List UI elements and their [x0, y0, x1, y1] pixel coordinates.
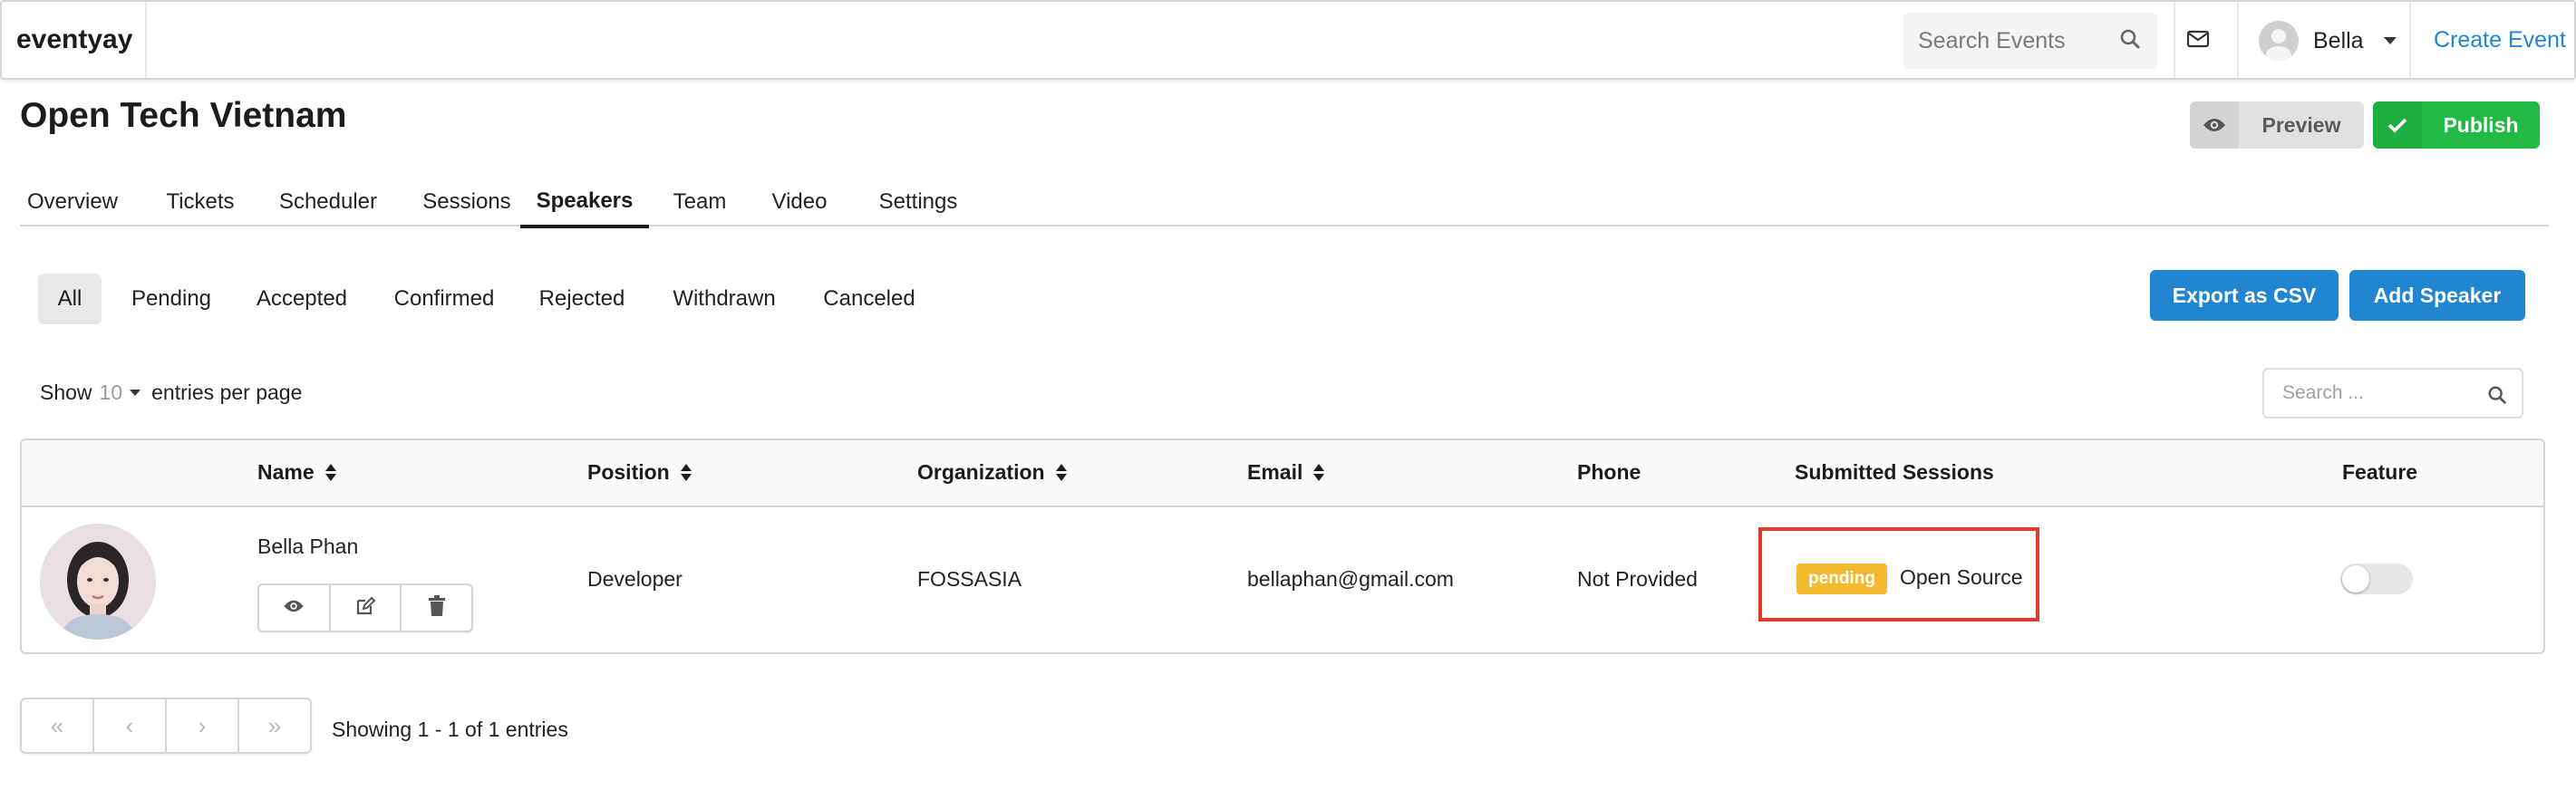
chevron-down-icon[interactable] — [130, 390, 141, 396]
add-speaker-button[interactable]: Add Speaker — [2349, 270, 2525, 321]
entries-per-page-label: entries per page — [151, 381, 303, 404]
tab-scheduler[interactable]: Scheduler — [265, 178, 392, 226]
top-navbar: eventyay Bella Create Event — [0, 0, 2576, 80]
tab-video[interactable]: Video — [756, 178, 843, 226]
speaker-phone: Not Provided — [1577, 567, 1698, 591]
preview-button[interactable]: Preview — [2190, 101, 2364, 149]
table-search-box — [2262, 368, 2523, 419]
user-menu[interactable]: Bella — [2259, 20, 2397, 62]
search-icon[interactable] — [2487, 385, 2507, 409]
session-status-badge: pending — [1796, 564, 1887, 594]
chevron-down-icon — [2383, 37, 2397, 44]
last-page-button[interactable]: » — [237, 699, 310, 752]
export-csv-button[interactable]: Export as CSV — [2150, 270, 2339, 321]
event-search-box — [1903, 13, 2157, 69]
sort-icon[interactable] — [324, 463, 336, 483]
delete-speaker-button[interactable] — [400, 585, 471, 631]
filter-withdrawn[interactable]: Withdrawn — [656, 274, 792, 324]
session-title-link[interactable]: Open Source — [1900, 565, 2023, 590]
table-search-input[interactable] — [2282, 382, 2482, 404]
trash-icon — [428, 594, 446, 621]
filter-all[interactable]: All — [38, 274, 102, 324]
brand-logo[interactable]: eventyay — [2, 2, 147, 78]
feature-toggle[interactable] — [2340, 564, 2413, 594]
column-header-phone: Phone — [1577, 460, 1641, 484]
sort-icon[interactable] — [1313, 463, 1325, 483]
column-header-submitted-sessions: Submitted Sessions — [1795, 460, 1994, 484]
column-header-email[interactable]: Email — [1247, 460, 1325, 485]
eye-icon — [2190, 101, 2239, 149]
tab-tickets[interactable]: Tickets — [154, 178, 247, 226]
user-avatar-icon — [2259, 21, 2299, 61]
filter-canceled[interactable]: Canceled — [810, 274, 928, 324]
column-header-feature: Feature — [2342, 460, 2418, 484]
row-actions — [257, 583, 473, 632]
tab-settings[interactable]: Settings — [859, 178, 977, 226]
publish-button[interactable]: Publish — [2373, 101, 2540, 149]
view-speaker-button[interactable] — [259, 585, 329, 631]
edit-icon — [354, 595, 376, 621]
next-page-button[interactable]: › — [165, 699, 237, 752]
per-page-select[interactable]: 10 — [100, 381, 123, 405]
speaker-email: bellaphan@gmail.com — [1247, 567, 1454, 591]
navbar-divider — [2409, 2, 2411, 78]
edit-speaker-button[interactable] — [328, 585, 401, 631]
toggle-knob — [2342, 565, 2369, 592]
show-label: Show — [40, 381, 92, 404]
preview-label: Preview — [2261, 112, 2341, 137]
eye-icon — [283, 599, 305, 618]
filter-rejected[interactable]: Rejected — [526, 274, 638, 324]
page-title: Open Tech Vietnam — [20, 96, 347, 135]
entries-per-page: Show 10 entries per page — [40, 381, 302, 405]
column-header-organization[interactable]: Organization — [917, 460, 1067, 485]
event-search-input[interactable] — [1918, 27, 2108, 54]
navbar-divider — [2237, 2, 2239, 78]
filter-confirmed[interactable]: Confirmed — [381, 274, 508, 324]
filter-accepted[interactable]: Accepted — [241, 274, 363, 324]
speaker-position: Developer — [587, 567, 683, 591]
tab-overview[interactable]: Overview — [20, 178, 125, 226]
navbar-divider — [2174, 2, 2175, 78]
user-name: Bella — [2313, 27, 2364, 53]
pagination: « ‹ › » — [20, 698, 312, 754]
first-page-button[interactable]: « — [22, 699, 92, 752]
tab-sessions[interactable]: Sessions — [408, 178, 526, 226]
sort-icon[interactable] — [680, 463, 692, 483]
speakers-table: Name Position Organization Email Phone S… — [20, 438, 2545, 654]
search-icon[interactable] — [2119, 28, 2141, 54]
mail-icon[interactable] — [2186, 27, 2210, 55]
sort-icon[interactable] — [1055, 463, 1067, 483]
speaker-name: Bella Phan — [257, 535, 359, 558]
table-header: Name Position Organization Email Phone S… — [22, 440, 2543, 507]
column-header-name[interactable]: Name — [257, 460, 336, 485]
event-tabs: Overview Tickets Scheduler Sessions Spea… — [20, 178, 2549, 228]
create-event-link[interactable]: Create Event — [2434, 27, 2566, 53]
tab-team[interactable]: Team — [658, 178, 741, 226]
filter-pending[interactable]: Pending — [120, 274, 223, 324]
pagination-summary: Showing 1 - 1 of 1 entries — [332, 718, 568, 741]
previous-page-button[interactable]: ‹ — [92, 699, 165, 752]
tab-speakers[interactable]: Speakers — [520, 178, 649, 228]
speaker-avatar — [40, 524, 156, 640]
checkmark-icon — [2373, 101, 2422, 149]
publish-label: Publish — [2443, 112, 2519, 137]
column-header-position[interactable]: Position — [587, 460, 692, 485]
speaker-organization: FOSSASIA — [917, 567, 1022, 591]
